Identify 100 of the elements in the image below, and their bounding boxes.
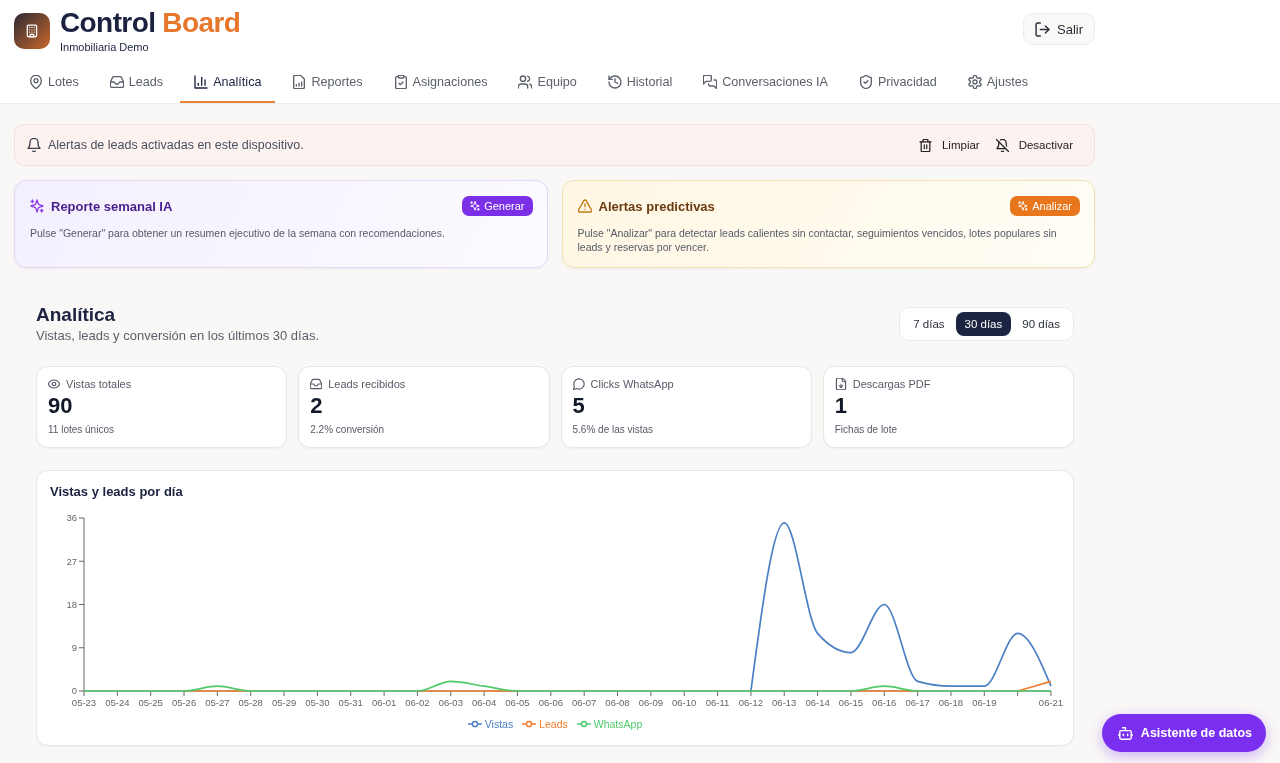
x-axis-label: 06-19: [972, 697, 997, 708]
app-subtitle: Inmobiliaria Demo: [60, 39, 149, 54]
bot-icon: [1117, 725, 1133, 741]
x-axis-label: 06-12: [738, 697, 764, 708]
file-download-icon: [834, 378, 847, 390]
chat-bubble-icon: [572, 378, 585, 390]
range-option[interactable]: 7 días: [904, 312, 954, 336]
clipboard-check-icon: [393, 74, 408, 89]
stat-value: 1: [834, 393, 848, 419]
section-title: Analítica: [36, 304, 117, 326]
x-axis-label: 05-23: [71, 697, 97, 708]
alert-action-button[interactable]: Limpiar: [910, 132, 988, 158]
y-axis-label: 36: [66, 512, 77, 524]
settings-icon: [967, 74, 982, 89]
app-title: Control: [60, 8, 156, 37]
chat-bubbles-icon: [703, 74, 718, 89]
x-axis-label: 06-01: [371, 697, 397, 708]
app-title-accent: Board: [162, 8, 241, 37]
stat-value: 5: [572, 393, 586, 419]
x-axis-label: 06-02: [405, 697, 430, 708]
x-axis-label: 06-09: [638, 697, 663, 708]
chart-title: Vistas y leads por día: [50, 484, 184, 500]
logout-button[interactable]: Salir: [1023, 13, 1095, 45]
y-axis-label: 9: [71, 642, 77, 654]
nav-tab[interactable]: Historial: [593, 62, 687, 103]
assistant-button[interactable]: Asistente de datos: [1101, 714, 1266, 752]
x-axis-label: 06-17: [905, 697, 930, 708]
nav-tab[interactable]: Asignaciones: [379, 62, 502, 103]
y-axis-label: 27: [66, 555, 77, 567]
x-axis-label: 05-25: [138, 697, 163, 708]
x-axis-label: 06-15: [838, 697, 864, 708]
alert-action-button[interactable]: Desactivar: [987, 132, 1081, 158]
stat-note: 11 lotes únicos: [48, 424, 115, 436]
range-option[interactable]: 30 días: [955, 312, 1012, 336]
x-axis-label: 05-26: [171, 697, 197, 708]
x-axis-label: 06-04: [472, 697, 497, 708]
y-axis-label: 18: [66, 598, 77, 610]
logout-icon: [1035, 21, 1050, 37]
x-axis-label: 06-07: [572, 697, 597, 708]
x-axis-label: 06-16: [872, 697, 897, 708]
stat-label: Clicks WhatsApp: [590, 377, 674, 391]
map-pin-icon: [29, 74, 43, 89]
y-axis-label: 0: [71, 685, 77, 697]
x-axis-label: 06-21: [1038, 697, 1064, 708]
stat-value: 90: [48, 393, 74, 419]
x-axis-label: 06-14: [805, 697, 830, 708]
x-axis-label: 06-03: [438, 697, 463, 708]
x-axis-label: 05-29: [271, 697, 297, 708]
nav-tab[interactable]: Reportes: [278, 62, 377, 103]
x-axis-label: 05-27: [205, 697, 230, 708]
legend-label: Vistas: [484, 717, 514, 731]
alert-message: Alertas de leads activadas en este dispositivo.: [48, 138, 304, 152]
legend-label: WhatsApp: [593, 717, 643, 731]
warning-icon: [577, 199, 592, 213]
x-axis-label: 06-10: [672, 697, 697, 708]
range-option[interactable]: 90 días: [1013, 312, 1069, 336]
history-icon: [607, 74, 622, 89]
nav-tab[interactable]: Ajustes: [953, 62, 1043, 103]
x-axis-label: 06-05: [505, 697, 530, 708]
legend-label: Leads: [539, 717, 568, 731]
stat-label: Descargas PDF: [852, 377, 931, 391]
nav-tab[interactable]: Equipo: [504, 62, 591, 103]
bar-chart-icon: [194, 74, 209, 89]
users-icon: [518, 74, 533, 89]
stat-note: 2.2% conversión: [310, 424, 386, 436]
sparkles-icon: [470, 201, 481, 211]
document-chart-icon: [292, 74, 307, 89]
trash-icon: [918, 138, 932, 152]
nav-tab[interactable]: Leads: [95, 62, 178, 103]
sparkles-icon: [30, 199, 44, 213]
inbox-icon: [310, 378, 323, 390]
stat-label: Leads recibidos: [328, 377, 406, 391]
inbox-icon: [109, 74, 124, 89]
card-title: Alertas predictivas: [598, 198, 715, 214]
x-axis-label: 06-08: [605, 697, 630, 708]
x-axis-label: 05-30: [305, 697, 330, 708]
x-axis-label: 06-06: [538, 697, 563, 708]
stat-note: Fichas de lote: [834, 424, 898, 436]
card-action-button[interactable]: Generar: [462, 196, 533, 216]
x-axis-label: 05-31: [338, 697, 363, 708]
card-title: Reporte semanal IA: [51, 198, 173, 214]
shield-check-icon: [858, 74, 873, 89]
card-description: Pulse "Generar" para obtener un resumen ejecutivo de la semana con recomendaciones.: [30, 226, 446, 240]
nav-tab[interactable]: Privacidad: [844, 62, 951, 103]
x-axis-label: 06-18: [938, 697, 964, 708]
section-subtitle: Vistas, leads y conversión en los últimos 30 días.: [36, 328, 320, 344]
nav-tab[interactable]: Analítica: [180, 62, 276, 103]
nav-tab[interactable]: Conversaciones IA: [689, 62, 842, 103]
bell-off-icon: [995, 138, 1009, 152]
x-axis-label: 06-13: [772, 697, 797, 708]
x-axis-label: 05-28: [238, 697, 263, 708]
nav-tab[interactable]: Lotes: [15, 62, 93, 103]
x-axis-label: 06-11: [705, 697, 730, 708]
eye-icon: [48, 378, 60, 390]
stat-note: 5.6% de las vistas: [572, 424, 655, 436]
bell-icon: [27, 138, 41, 152]
stat-label: Vistas totales: [66, 377, 132, 391]
stat-value: 2: [310, 393, 324, 419]
card-description: Pulse "Analizar" para detectar leads calientes sin contactar, seguimientos vencidos, lotes populares sin leads y reservas por vencer.: [577, 226, 1058, 254]
x-axis-label: 05-24: [105, 697, 130, 708]
